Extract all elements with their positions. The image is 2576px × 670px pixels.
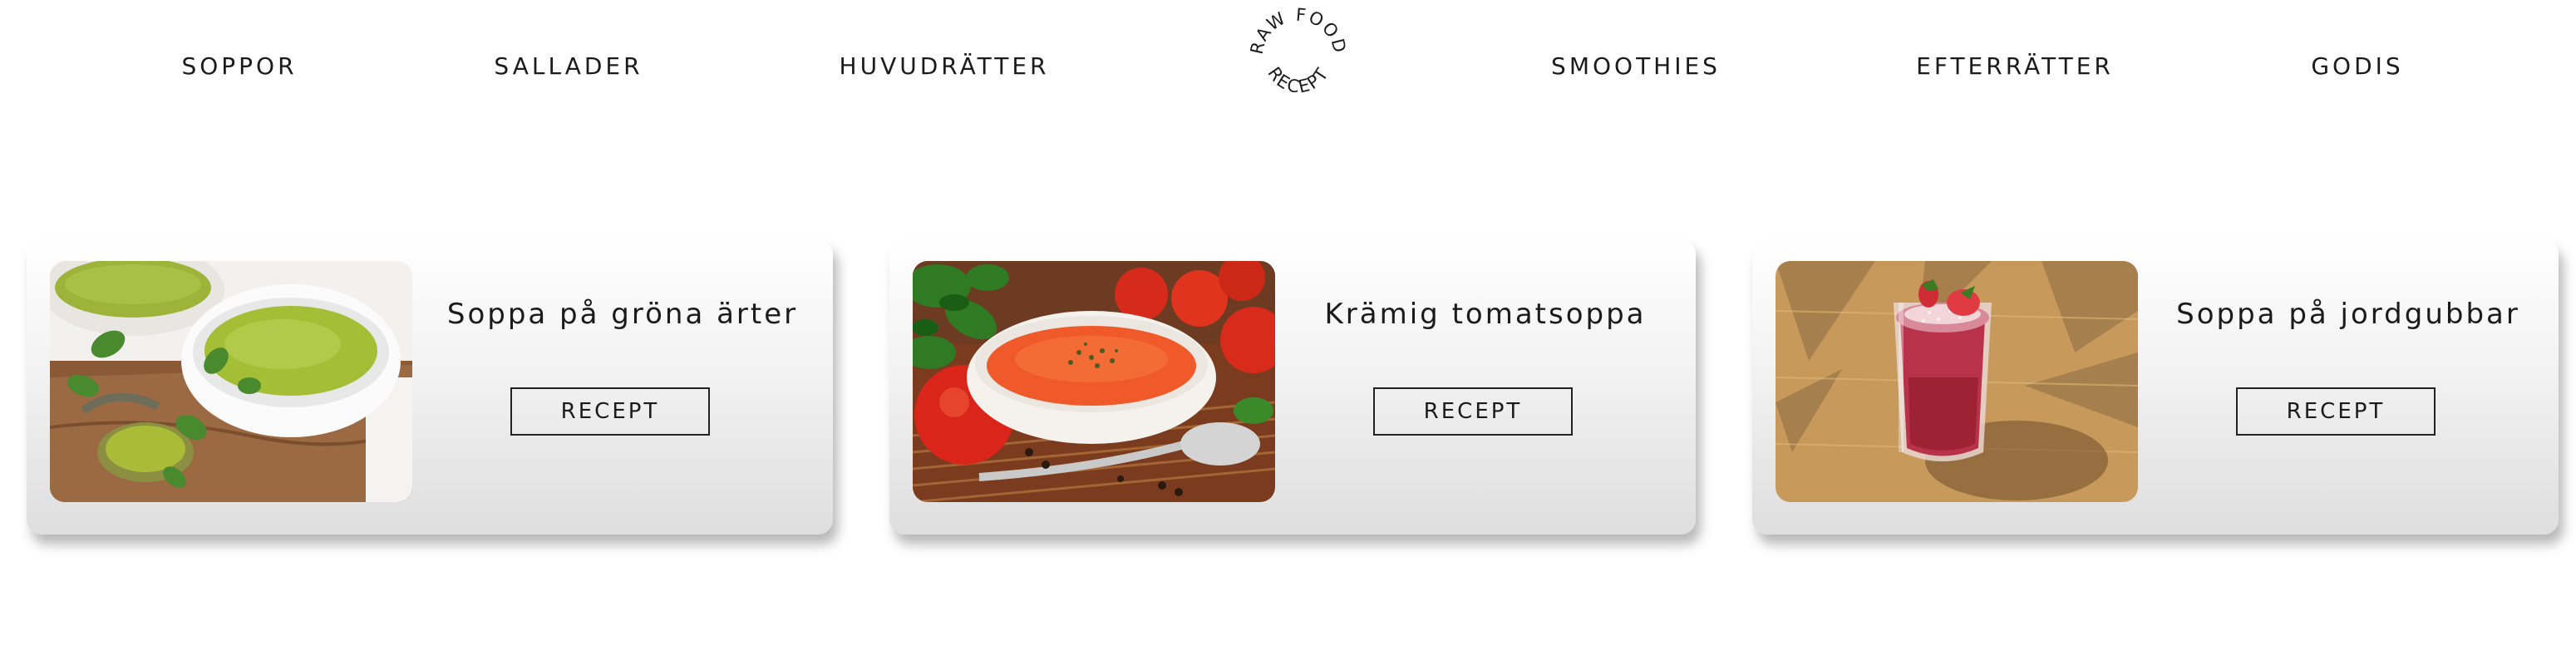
recipe-title: Krämig tomatsoppa xyxy=(1324,298,1647,331)
logo-bottom-text: RECEPT xyxy=(1263,63,1332,97)
logo-mark: RAW FOOD RECEPT xyxy=(1247,7,1351,97)
recept-button[interactable]: RECEPT xyxy=(2236,387,2436,436)
recipe-title: Soppa på gröna ärter xyxy=(446,298,799,331)
recipe-card: Krämig tomatsoppa RECEPT xyxy=(889,239,1696,535)
nav-item-sallader[interactable]: SALLADER xyxy=(494,50,643,83)
nav-item-huvudratter[interactable]: HUVUDRÄTTER xyxy=(840,50,1050,83)
recipe-card: Soppa på jordgubbar RECEPT xyxy=(1752,239,2559,535)
recept-button[interactable]: RECEPT xyxy=(1373,387,1573,436)
nav-item-soppor[interactable]: SOPPOR xyxy=(181,50,297,83)
strawberry-smoothie-image xyxy=(1776,261,2138,502)
pea-soup-photo xyxy=(50,261,412,502)
logo-top-text: RAW FOOD xyxy=(1247,7,1351,57)
tomato-soup-photo xyxy=(913,261,1275,502)
recipe-card: Soppa på gröna ärter RECEPT xyxy=(27,239,833,535)
recipe-title: Soppa på jordgubbar xyxy=(2176,298,2520,331)
tomato-soup-image xyxy=(913,261,1275,502)
logo[interactable]: RAW FOOD RECEPT xyxy=(1244,7,1352,115)
pea-soup-image xyxy=(50,261,412,502)
nav-item-efterratter[interactable]: EFTERRÄTTER xyxy=(1916,50,2114,83)
recipe-cards: Soppa på gröna ärter RECEPT Krämig tomat… xyxy=(0,239,2576,539)
top-navigation: SOPPOR SALLADER HUVUDRÄTTER RAW FOOD REC… xyxy=(0,0,2576,141)
strawberry-smoothie-photo xyxy=(1776,261,2138,502)
nav-item-smoothies[interactable]: SMOOTHIES xyxy=(1551,50,1721,83)
nav-item-godis[interactable]: GODIS xyxy=(2311,50,2403,83)
recept-button[interactable]: RECEPT xyxy=(510,387,710,436)
